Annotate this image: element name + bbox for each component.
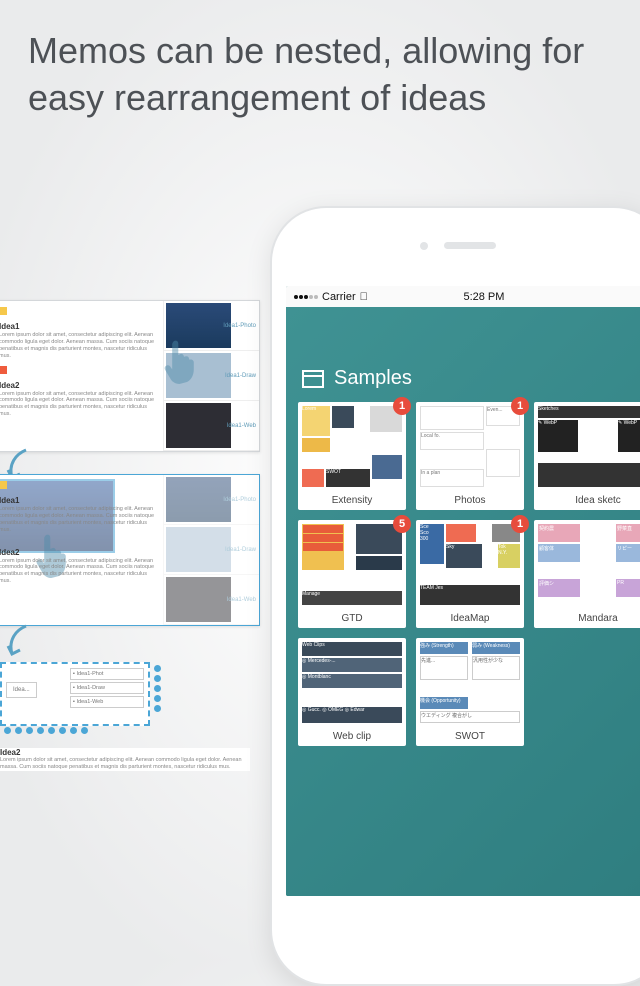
card-title: IdeaMap xyxy=(416,609,524,628)
card-ideamap[interactable]: 1 SceSco300SkyTokN.Y.TEAM Jes IdeaMap xyxy=(416,520,524,628)
card-title: Photos xyxy=(416,491,524,510)
card-title: GTD xyxy=(298,609,406,628)
card-photos[interactable]: 1 Even...Local fo.In a plan Photos xyxy=(416,402,524,510)
idea2-text: Lorem ipsum dolor sit amet, consectetur … xyxy=(0,391,155,419)
idea1-heading: Idea1 xyxy=(0,322,155,331)
drag-hand-icon xyxy=(159,337,203,391)
card-extensity[interactable]: 1 LoremSWOT Extensity xyxy=(298,402,406,510)
idea1-text: Lorem ipsum dolor sit amet, consectetur … xyxy=(0,332,155,360)
card-title: Extensity xyxy=(298,491,406,510)
drop-target: Idea... ▪ Idea1-Phot ▪ Idea1-Draw ▪ Idea… xyxy=(0,662,150,726)
tutorial-panel-3: Idea... ▪ Idea1-Phot ▪ Idea1-Draw ▪ Idea… xyxy=(0,648,260,779)
phone-screen: Carrier 􀙇 5:28 PM Samples 1 LoremSWOT Ex… xyxy=(286,286,640,896)
section-title: Samples xyxy=(334,367,412,390)
card-gtd[interactable]: 5 Manage GTD xyxy=(298,520,406,628)
signal-icon xyxy=(294,295,318,299)
idea2-heading: Idea2 xyxy=(0,381,155,390)
badge: 1 xyxy=(511,515,529,533)
card-grid: 1 LoremSWOT Extensity 1 Even...Local fo.… xyxy=(286,402,640,746)
card-title: Web clip xyxy=(298,727,406,746)
badge: 5 xyxy=(393,515,411,533)
carrier-label: Carrier xyxy=(322,291,356,303)
card-web-clip[interactable]: Web Clips◎ Mercedes-...◎ Montblanc◎ Gucc… xyxy=(298,638,406,746)
card-title: Mandara xyxy=(534,609,640,628)
card-mandara[interactable]: 契約農野菜直顧客体リピー評価シPR Mandara xyxy=(534,520,640,628)
wifi-icon: 􀙇 xyxy=(360,291,368,303)
card-title: Idea sketc xyxy=(534,491,640,510)
card-idea-sketch[interactable]: Sketches✎ WebP✎ WebP Idea sketc xyxy=(534,402,640,510)
badge: 1 xyxy=(393,397,411,415)
status-bar: Carrier 􀙇 5:28 PM xyxy=(286,286,640,307)
phone-mockup: Carrier 􀙇 5:28 PM Samples 1 LoremSWOT Ex… xyxy=(270,206,640,986)
card-title: SWOT xyxy=(416,727,524,746)
section-header: Samples xyxy=(286,307,640,402)
marketing-headline: Memos can be nested, allowing for easy r… xyxy=(28,28,612,122)
tutorial-panel-1: Idea1 Lorem ipsum dolor sit amet, consec… xyxy=(0,300,260,452)
badge: 1 xyxy=(511,397,529,415)
clock: 5:28 PM xyxy=(463,291,504,303)
tutorial-stack: Idea1 Lorem ipsum dolor sit amet, consec… xyxy=(0,300,260,779)
tutorial-panel-2: Idea1 Lorem ipsum dolor sit amet, consec… xyxy=(0,474,260,626)
section-icon xyxy=(302,370,324,388)
card-swot[interactable]: 強み (Strength)弱み (Weakness)先進...汎用性が少な機会 … xyxy=(416,638,524,746)
